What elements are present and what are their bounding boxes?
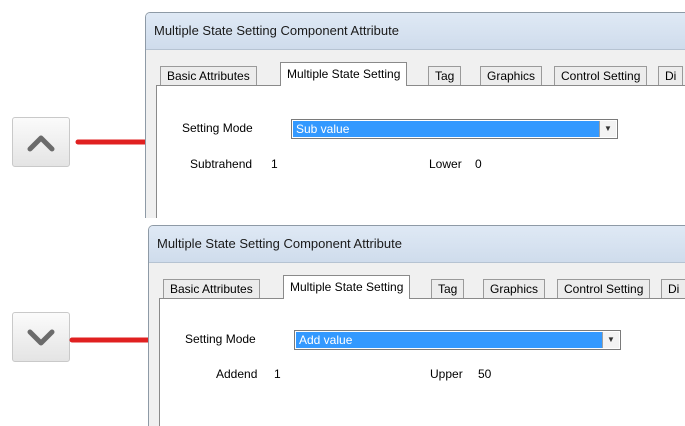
tab-control-setting[interactable]: Control Setting bbox=[554, 66, 648, 85]
setting-mode-select[interactable]: Sub value ▼ bbox=[291, 119, 618, 139]
tab-multiple-state-setting[interactable]: Multiple State Setting bbox=[283, 275, 411, 299]
setting-mode-label: Setting Mode bbox=[185, 332, 256, 346]
tab-tag[interactable]: Tag bbox=[431, 279, 465, 298]
tab-graphics[interactable]: Graphics bbox=[483, 279, 546, 298]
chevron-down-icon bbox=[27, 329, 55, 346]
lower-input[interactable]: 0 bbox=[473, 151, 593, 177]
setting-mode-label: Setting Mode bbox=[182, 121, 253, 135]
triangle-down-icon[interactable]: ▼ bbox=[599, 121, 616, 137]
tab-basic-attributes[interactable]: Basic Attributes bbox=[163, 279, 260, 298]
setting-mode-select[interactable]: Add value ▼ bbox=[294, 330, 621, 350]
tab-control-setting[interactable]: Control Setting bbox=[557, 279, 651, 298]
dialog-title: Multiple State Setting Component Attribu… bbox=[154, 23, 399, 38]
upper-label: Upper bbox=[430, 367, 463, 381]
tab-panel: Setting Mode Sub value ▼ Subtrahend 1 Lo… bbox=[156, 85, 685, 218]
tab-strip: Basic Attributes Multiple State Setting … bbox=[159, 275, 685, 299]
chevron-up-icon bbox=[27, 135, 55, 152]
down-key-button[interactable] bbox=[12, 312, 70, 362]
setting-mode-value: Sub value bbox=[293, 121, 599, 137]
tab-panel: Setting Mode Add value ▼ Addend 1 Upper … bbox=[159, 298, 685, 426]
addend-label: Addend bbox=[216, 367, 258, 381]
subtrahend-input[interactable]: 1 bbox=[269, 151, 387, 177]
tab-basic-attributes[interactable]: Basic Attributes bbox=[160, 66, 257, 85]
dialog-titlebar[interactable]: Multiple State Setting Component Attribu… bbox=[149, 226, 685, 263]
setting-mode-value: Add value bbox=[296, 332, 602, 348]
up-key-button[interactable] bbox=[12, 117, 70, 167]
attribute-dialog-add: Multiple State Setting Component Attribu… bbox=[148, 225, 685, 426]
dialog-client: Basic Attributes Multiple State Setting … bbox=[146, 50, 685, 218]
addend-input[interactable]: 1 bbox=[272, 361, 390, 387]
tab-di[interactable]: Di bbox=[661, 279, 685, 298]
subtrahend-label: Subtrahend bbox=[190, 157, 253, 171]
dialog-client: Basic Attributes Multiple State Setting … bbox=[149, 263, 685, 426]
attribute-dialog-sub: Multiple State Setting Component Attribu… bbox=[145, 12, 685, 218]
tab-strip: Basic Attributes Multiple State Setting … bbox=[156, 62, 685, 86]
tab-multiple-state-setting[interactable]: Multiple State Setting bbox=[280, 62, 408, 86]
tab-tag[interactable]: Tag bbox=[428, 66, 462, 85]
upper-input[interactable]: 50 bbox=[476, 361, 596, 387]
tab-graphics[interactable]: Graphics bbox=[480, 66, 543, 85]
lower-label: Lower bbox=[429, 157, 462, 171]
dialog-titlebar[interactable]: Multiple State Setting Component Attribu… bbox=[146, 13, 685, 50]
dialog-title: Multiple State Setting Component Attribu… bbox=[157, 236, 402, 251]
triangle-down-icon[interactable]: ▼ bbox=[602, 332, 619, 348]
tab-di[interactable]: Di bbox=[658, 66, 684, 85]
